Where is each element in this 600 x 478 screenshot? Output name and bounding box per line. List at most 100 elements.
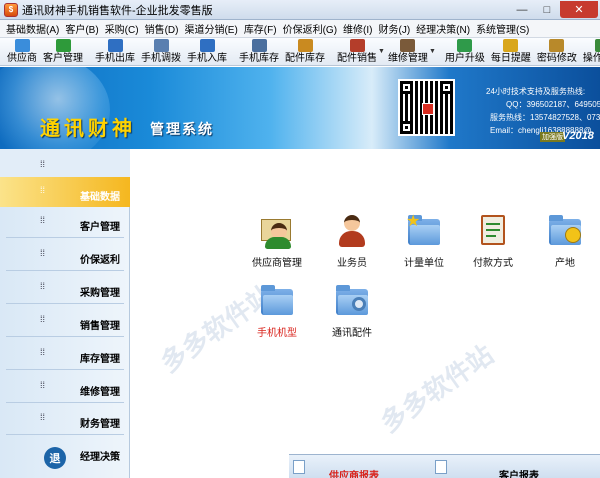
phone-transfer-icon <box>153 39 169 52</box>
daily-reminder-button[interactable]: 每日提醒 <box>488 38 534 64</box>
phone-stock-button[interactable]: 手机库存 <box>236 38 282 64</box>
sidebar-divider <box>6 369 124 370</box>
menu-distribution[interactable]: 渠道分销(E) <box>184 21 237 36</box>
parts-sale-icon <box>349 39 365 52</box>
grid-icon: ⁞⁞ <box>40 215 46 225</box>
shortcut-label: 付款方式 <box>473 258 513 269</box>
navigation-label: 操作导航 <box>582 53 600 64</box>
menu-finance[interactable]: 财务(J) <box>379 21 411 36</box>
navigation-icon <box>595 39 600 52</box>
parts-stock-icon <box>297 39 313 52</box>
shortcut-label: 计量单位 <box>404 258 444 269</box>
window-controls: — □ ✕ <box>509 1 598 18</box>
grid-icon: ⁞⁞ <box>40 185 46 195</box>
navigation-button[interactable]: 操作导航 <box>580 38 600 64</box>
support-qq: QQ：396502187、649505444 <box>506 100 600 109</box>
menu-basic-data[interactable]: 基础数据(A) <box>6 21 59 36</box>
maximize-button[interactable]: □ <box>535 1 559 18</box>
shortcut-supplier-manage[interactable]: 供应商管理 <box>242 213 312 269</box>
phone-in-button[interactable]: 手机入库 <box>184 38 230 64</box>
phone-transfer-button[interactable]: 手机调拨 <box>138 38 184 64</box>
shortcut-label: 通讯配件 <box>332 328 372 339</box>
sidebar-item-purchase[interactable]: ⁞⁞ 采购管理 <box>0 273 130 303</box>
sidebar-divider <box>6 402 124 403</box>
shortcut-origin[interactable]: 产地 <box>530 213 600 269</box>
unit-icon: ★ <box>406 213 442 249</box>
parts-stock-button[interactable]: 配件库存 <box>282 38 328 64</box>
shortcut-label: 供应商管理 <box>252 258 302 269</box>
sidebar-item-label: 客户管理 <box>80 222 120 233</box>
sidebar-item-finance[interactable]: ⁞⁞ 财务管理 <box>0 404 130 434</box>
repair-manage-label: 维修管理 <box>387 53 428 64</box>
reminder-icon <box>503 39 519 52</box>
sidebar-top: ⁞⁞ <box>0 149 130 177</box>
sidebar-item-basic-data[interactable]: ⁞⁞ 基础数据 <box>0 177 130 207</box>
header-banner: 通讯财神 管理系统 24小时技术支持及服务热线: QQ：396502187、64… <box>0 67 600 149</box>
phone-stock-label: 手机库存 <box>239 53 279 64</box>
accessory-icon <box>334 283 370 319</box>
sidebar-item-customer[interactable]: ⁞⁞ 客户管理 <box>0 207 130 237</box>
customer-report-tab[interactable]: 客户报表 <box>499 467 539 478</box>
salesman-icon <box>334 213 370 249</box>
shortcut-accessory[interactable]: 通讯配件 <box>317 283 387 339</box>
menu-repair[interactable]: 维修(I) <box>343 21 372 36</box>
repair-manage-button[interactable]: 维修管理 <box>385 38 431 64</box>
phone-model-icon <box>259 283 295 319</box>
shortcut-salesman[interactable]: 业务员 <box>317 213 387 269</box>
menu-sales[interactable]: 销售(D) <box>145 21 179 36</box>
menu-customer[interactable]: 客户(B) <box>65 21 98 36</box>
sidebar-item-sales[interactable]: ⁞⁞ 销售管理 <box>0 306 130 336</box>
minimize-button[interactable]: — <box>510 1 534 18</box>
sidebar-item-repair[interactable]: ⁞⁞ 维修管理 <box>0 372 130 402</box>
menu-purchase[interactable]: 采购(C) <box>105 21 139 36</box>
brand-name: 通讯财神 <box>40 116 136 140</box>
password-change-button[interactable]: 密码修改 <box>534 38 580 64</box>
repair-dropdown-icon[interactable]: ▼ <box>429 48 436 55</box>
phone-out-button[interactable]: 手机出库 <box>92 38 138 64</box>
app-logo-icon: $ <box>4 2 18 17</box>
password-icon <box>549 39 565 52</box>
user-upgrade-label: 用户升级 <box>444 53 485 64</box>
menu-manager-decision[interactable]: 经理决策(N) <box>416 21 470 36</box>
parts-sale-button[interactable]: 配件销售 <box>334 38 380 64</box>
title-bar: $ 通讯财神手机销售软件-企业批发零售版 — □ ✕ <box>0 0 600 20</box>
menu-price-protection[interactable]: 价保返利(G) <box>283 21 337 36</box>
sidebar-item-label: 库存管理 <box>80 354 120 365</box>
customer-manage-button[interactable]: 客户管理 <box>40 38 86 64</box>
grid-icon: ⁞⁞ <box>40 159 46 169</box>
support-title: 24小时技术支持及服务热线: <box>486 87 586 96</box>
supplier-button[interactable]: 供应商 <box>4 38 40 64</box>
exit-button[interactable]: 退 <box>44 447 66 469</box>
menu-bar: 基础数据(A) 客户(B) 采购(C) 销售(D) 渠道分销(E) 库存(F) … <box>0 20 600 38</box>
password-change-label: 密码修改 <box>536 53 577 64</box>
origin-icon <box>547 213 583 249</box>
report-bar: 供应商报表 客户报表 <box>289 454 600 478</box>
shortcut-label: 产地 <box>555 258 575 269</box>
shortcut-unit[interactable]: ★ 计量单位 <box>389 213 459 269</box>
shortcut-payment[interactable]: 付款方式 <box>458 213 528 269</box>
menu-system[interactable]: 系统管理(S) <box>476 21 529 36</box>
sidebar-item-label: 价保返利 <box>80 255 120 266</box>
watermark: 多多软件站 <box>375 339 499 439</box>
payment-icon <box>475 213 511 249</box>
sidebar-item-label: 销售管理 <box>80 321 120 332</box>
user-upgrade-button[interactable]: 用户升级 <box>442 38 488 64</box>
sidebar-item-label: 基础数据 <box>80 192 120 203</box>
report-doc-icon <box>293 460 305 474</box>
supplier-report-tab[interactable]: 供应商报表 <box>329 467 379 478</box>
sidebar-item-label: 财务管理 <box>80 419 120 430</box>
shortcut-label: 手机机型 <box>257 328 297 339</box>
menu-inventory[interactable]: 库存(F) <box>244 21 277 36</box>
grid-icon: ⁞⁞ <box>40 248 46 258</box>
phone-transfer-label: 手机调拨 <box>141 53 181 64</box>
sidebar-item-label: 维修管理 <box>80 387 120 398</box>
sidebar-item-label: 经理决策 <box>80 452 120 463</box>
sidebar: ⁞⁞ ⁞⁞ 基础数据 ⁞⁞ 客户管理 ⁞⁞ 价保返利 ⁞⁞ 采购管理 ⁞⁞ 销售… <box>0 149 130 478</box>
parts-sale-dropdown-icon[interactable]: ▼ <box>378 48 385 55</box>
sidebar-divider <box>6 434 124 435</box>
close-button[interactable]: ✕ <box>560 1 598 18</box>
version-label: V2018 <box>562 130 594 142</box>
sidebar-item-price-protection[interactable]: ⁞⁞ 价保返利 <box>0 240 130 270</box>
shortcut-phone-model[interactable]: 手机机型 <box>242 283 312 339</box>
sidebar-item-inventory[interactable]: ⁞⁞ 库存管理 <box>0 339 130 369</box>
